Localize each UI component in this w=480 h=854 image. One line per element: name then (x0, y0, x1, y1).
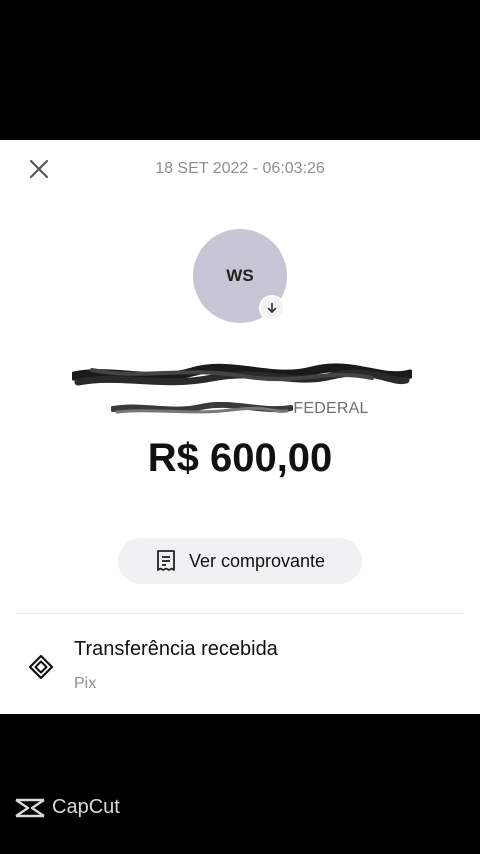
watermark-label: CapCut (52, 796, 120, 818)
receipt-icon (157, 550, 175, 571)
view-receipt-label: Ver comprovante (188, 550, 326, 571)
arrow-down-icon (267, 302, 277, 313)
capcut-watermark: CapCut (14, 796, 120, 819)
pix-icon (28, 654, 54, 680)
transaction-amount: R$ 600,00 (147, 436, 333, 480)
capcut-logo (15, 798, 45, 817)
avatar-initials: WS (226, 266, 254, 285)
view-receipt-button[interactable]: Ver comprovante (118, 538, 362, 584)
bank-visible-text: FEDERAL (293, 400, 369, 417)
redacted-bank-name (111, 401, 294, 414)
avatar-badge (259, 295, 285, 321)
transaction-type-title: Transferência recebida (74, 638, 278, 660)
sender-bank: FEDERAL (0, 400, 480, 418)
divider (16, 613, 464, 614)
transaction-detail-card: 18 SET 2022 - 06:03:26 WS FEDERAL R$ 600… (0, 140, 480, 714)
transaction-type-subtitle: Pix (74, 675, 97, 692)
redacted-sender-name (72, 363, 412, 386)
transaction-timestamp: 18 SET 2022 - 06:03:26 (155, 160, 325, 177)
